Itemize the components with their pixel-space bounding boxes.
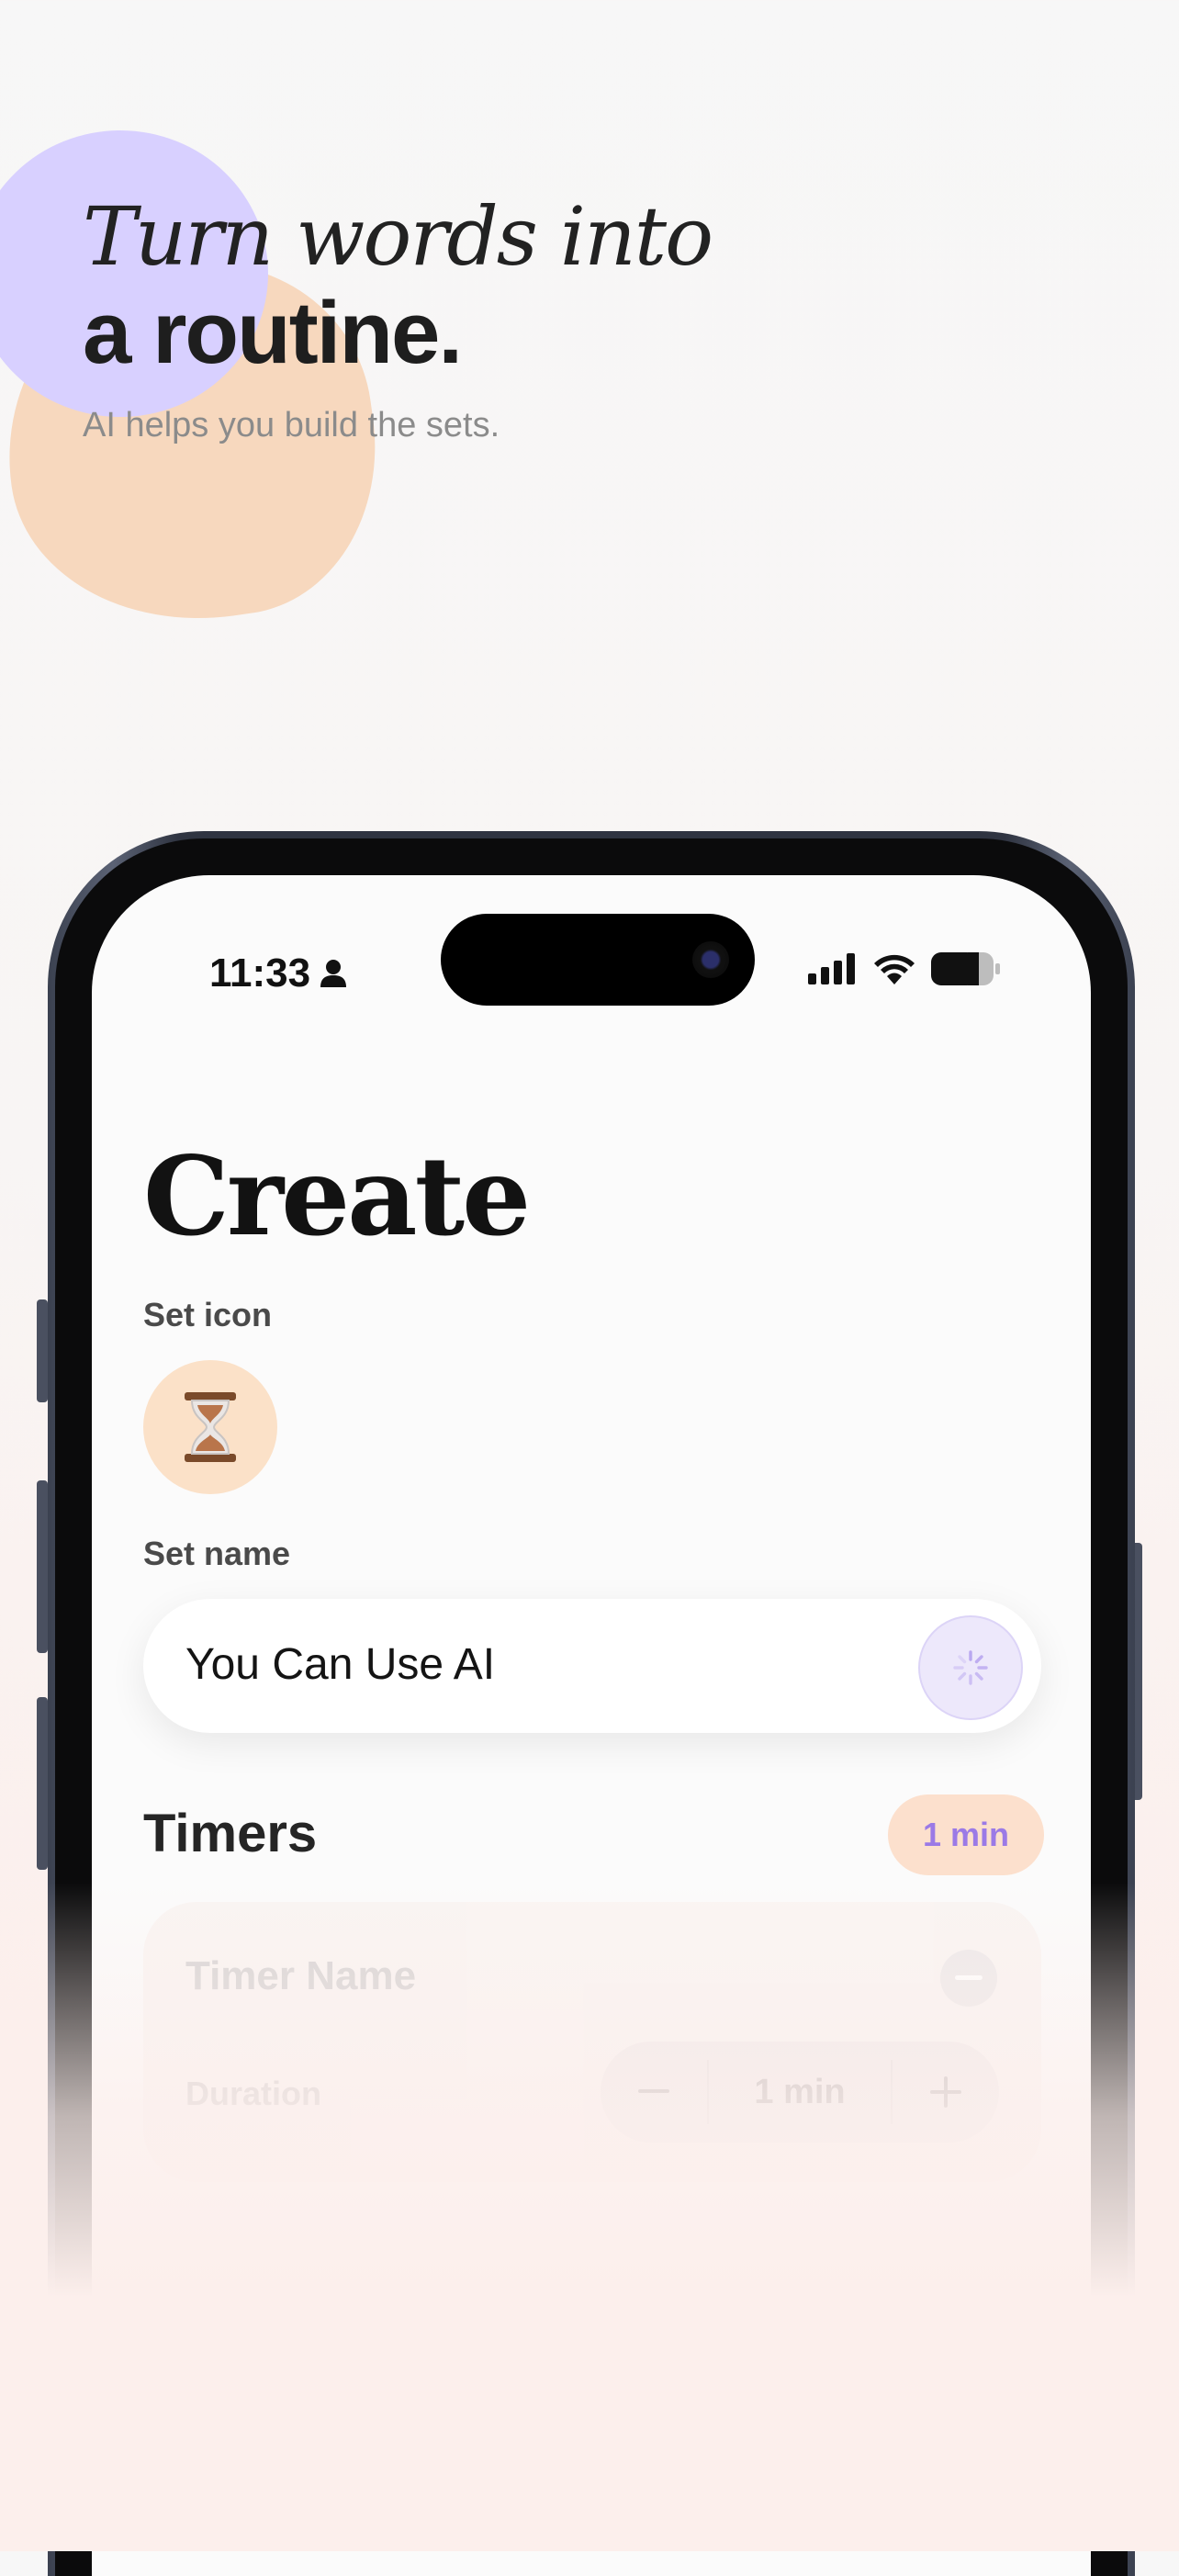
cellular-signal-icon [808, 953, 855, 984]
page-title: Create [143, 1132, 531, 1260]
loading-spinner-icon [953, 1650, 988, 1685]
increment-button[interactable] [893, 2042, 999, 2143]
set-name-value: You Can Use AI [185, 1640, 496, 1689]
hero-line-2: a routine. [83, 283, 463, 382]
timers-heading: Timers [143, 1804, 318, 1863]
phone-bezel: 11:33 Create Set icon Set name You Can U… [55, 838, 1128, 2576]
timer-card: Timer Name Duration 1 min [143, 1902, 1041, 2182]
status-time-text: 11:33 [209, 951, 311, 996]
minus-icon [955, 1975, 982, 1980]
status-bar-time: 11:33 [209, 951, 347, 996]
total-duration-badge: 1 min [888, 1794, 1044, 1875]
set-icon-picker[interactable] [143, 1360, 277, 1494]
timer-name-input[interactable]: Timer Name [185, 1953, 416, 1999]
add-timer-button[interactable]: Add Timer [92, 2317, 1091, 2358]
set-name-label: Set name [143, 1535, 291, 1572]
status-bar-indicators [808, 952, 1001, 985]
hourglass-icon [185, 1392, 236, 1462]
minus-icon [638, 2089, 669, 2093]
wifi-icon [874, 954, 915, 984]
duration-label: Duration [185, 2075, 321, 2112]
hero-subtitle: AI helps you build the sets. [83, 405, 500, 444]
phone-action-button [37, 1299, 48, 1402]
ai-generate-button[interactable] [918, 1615, 1023, 1720]
hero-line-1: Turn words into [83, 189, 713, 284]
duration-stepper: 1 min [601, 2042, 999, 2143]
set-icon-label: Set icon [143, 1296, 273, 1333]
plus-circle-icon [471, 2318, 511, 2357]
phone-frame: 11:33 Create Set icon Set name You Can U… [48, 831, 1135, 2576]
duration-value: 1 min [707, 2060, 893, 2124]
remove-timer-button[interactable] [940, 1950, 997, 2007]
person-icon [320, 960, 347, 987]
plus-icon [930, 2076, 961, 2108]
add-timer-label: Add Timer [531, 2317, 713, 2357]
set-name-field[interactable]: You Can Use AI [143, 1599, 1041, 1733]
hero-text: Turn words into a routine. AI helps you … [83, 189, 713, 445]
decrement-button[interactable] [601, 2042, 707, 2143]
phone-volume-up-button [37, 1480, 48, 1653]
dynamic-island [441, 914, 755, 1006]
battery-icon [931, 952, 1000, 985]
phone-screen: 11:33 Create Set icon Set name You Can U… [92, 875, 1091, 2576]
phone-volume-down-button [37, 1697, 48, 1870]
front-camera-icon [692, 941, 729, 978]
